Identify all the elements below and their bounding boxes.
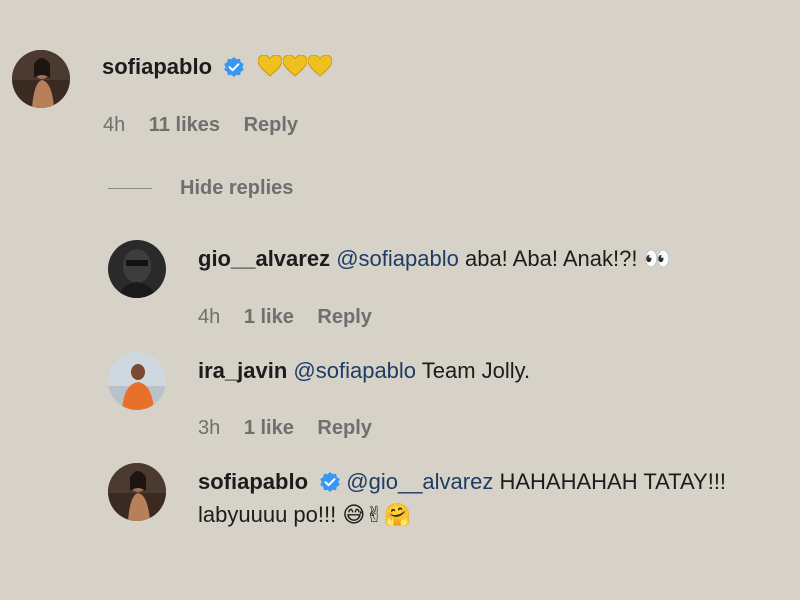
timestamp: 4h [198, 306, 221, 328]
comment-meta: 3h 1 like Reply [198, 417, 390, 440]
yellow-hearts [258, 55, 333, 85]
verified-badge-icon [224, 57, 244, 77]
comment-text: HAHAHAHAH TATAY!!! [499, 469, 727, 494]
reply-button[interactable]: Reply [317, 417, 371, 439]
username[interactable]: gio__alvarez [198, 246, 330, 271]
mention[interactable]: @sofiapablo [293, 358, 416, 383]
yellow-heart-icon [308, 55, 333, 77]
eyes-emoji: 👀 [643, 247, 671, 272]
hide-replies-label: Hide replies [180, 176, 294, 199]
hide-replies-button[interactable]: Hide replies [108, 176, 293, 200]
comment-meta: 4h 11 likes Reply [103, 114, 316, 137]
likes-count[interactable]: 11 likes [149, 114, 220, 136]
reply-button[interactable]: Reply [244, 114, 298, 136]
avatar[interactable] [108, 352, 166, 410]
yellow-heart-icon [283, 55, 308, 77]
comment-text: Team Jolly. [421, 358, 531, 383]
avatar[interactable] [108, 240, 166, 298]
comment-text-line2: labyuuuu po!!! [198, 502, 337, 527]
comment-text: aba! Aba! Anak!?! [464, 246, 638, 271]
verified-badge-icon [320, 472, 340, 492]
reply-button[interactable]: Reply [317, 306, 371, 328]
comment-meta: 4h 1 like Reply [198, 306, 390, 329]
divider [108, 187, 152, 189]
emoji-sweat-victory-hug: 😅✌🤗 [342, 503, 412, 528]
likes-count[interactable]: 1 like [244, 417, 294, 439]
timestamp: 4h [103, 114, 126, 136]
avatar[interactable] [12, 50, 70, 108]
mention[interactable]: @sofiapablo [336, 246, 459, 271]
timestamp: 3h [198, 417, 221, 439]
username[interactable]: sofiapablo [198, 469, 308, 494]
yellow-heart-icon [258, 55, 283, 77]
mention[interactable]: @gio__alvarez [346, 469, 493, 494]
likes-count[interactable]: 1 like [244, 306, 294, 328]
username[interactable]: ira_javin [198, 358, 287, 383]
username[interactable]: sofiapablo [102, 54, 212, 79]
avatar[interactable] [108, 463, 166, 521]
